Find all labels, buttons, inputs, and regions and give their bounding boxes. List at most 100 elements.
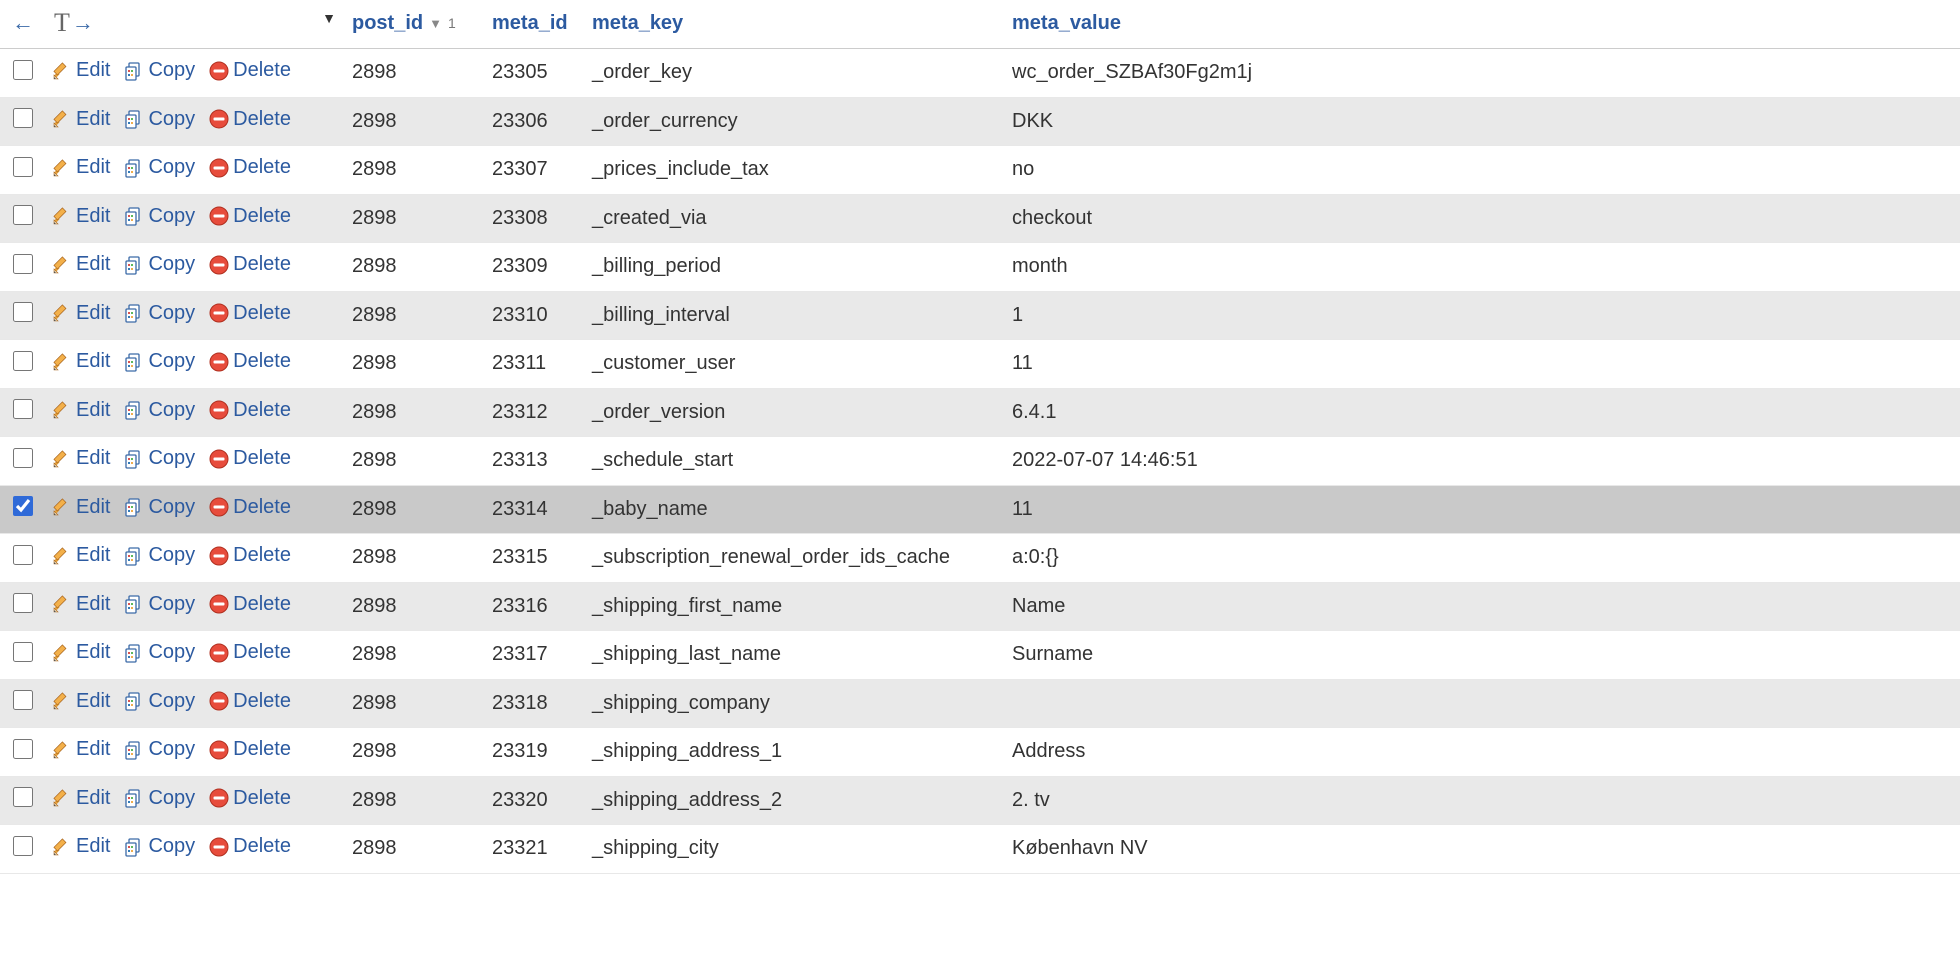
edit-link[interactable]: Edit bbox=[52, 496, 110, 519]
row-checkbox[interactable] bbox=[13, 642, 33, 662]
cell-post-id: 2898 bbox=[346, 776, 486, 825]
delete-link[interactable]: Delete bbox=[209, 496, 291, 519]
delete-link[interactable]: Delete bbox=[209, 205, 291, 228]
row-checkbox[interactable] bbox=[13, 739, 33, 759]
delete-link[interactable]: Delete bbox=[209, 253, 291, 276]
copy-link-label: Copy bbox=[148, 593, 195, 616]
row-checkbox[interactable] bbox=[13, 836, 33, 856]
row-checkbox[interactable] bbox=[13, 593, 33, 613]
column-header-meta-id[interactable]: meta_id bbox=[486, 0, 586, 49]
row-checkbox[interactable] bbox=[13, 496, 33, 516]
delete-link[interactable]: Delete bbox=[209, 787, 291, 810]
table-row: EditCopyDelete289823317_shipping_last_na… bbox=[0, 631, 1960, 680]
delete-link[interactable]: Delete bbox=[209, 544, 291, 567]
delete-link[interactable]: Delete bbox=[209, 59, 291, 82]
delete-link[interactable]: Delete bbox=[209, 399, 291, 422]
edit-link[interactable]: Edit bbox=[52, 641, 110, 664]
copy-link[interactable]: Copy bbox=[124, 544, 195, 567]
copy-link[interactable]: Copy bbox=[124, 302, 195, 325]
edit-link-label: Edit bbox=[76, 641, 110, 664]
delete-link-label: Delete bbox=[233, 156, 291, 179]
cell-meta-key: _order_key bbox=[586, 49, 1006, 98]
delete-link-icon bbox=[209, 691, 229, 711]
copy-link-icon bbox=[124, 740, 144, 760]
row-checkbox[interactable] bbox=[13, 108, 33, 128]
edit-link[interactable]: Edit bbox=[52, 205, 110, 228]
copy-link[interactable]: Copy bbox=[124, 253, 195, 276]
delete-link[interactable]: Delete bbox=[209, 447, 291, 470]
copy-link[interactable]: Copy bbox=[124, 593, 195, 616]
delete-link[interactable]: Delete bbox=[209, 302, 291, 325]
copy-link[interactable]: Copy bbox=[124, 787, 195, 810]
cell-post-id: 2898 bbox=[346, 388, 486, 437]
edit-link[interactable]: Edit bbox=[52, 593, 110, 616]
edit-link[interactable]: Edit bbox=[52, 447, 110, 470]
copy-link[interactable]: Copy bbox=[124, 835, 195, 858]
edit-link[interactable]: Edit bbox=[52, 787, 110, 810]
cell-meta-key: _shipping_last_name bbox=[586, 631, 1006, 680]
copy-link[interactable]: Copy bbox=[124, 690, 195, 713]
delete-link[interactable]: Delete bbox=[209, 738, 291, 761]
column-header-meta-value[interactable]: meta_value bbox=[1006, 0, 1960, 49]
edit-link[interactable]: Edit bbox=[52, 738, 110, 761]
dropdown-caret-icon[interactable]: ▼ bbox=[322, 10, 336, 26]
edit-link[interactable]: Edit bbox=[52, 302, 110, 325]
edit-link[interactable]: Edit bbox=[52, 399, 110, 422]
copy-link-label: Copy bbox=[148, 690, 195, 713]
column-header-meta-key[interactable]: meta_key bbox=[586, 0, 1006, 49]
delete-link[interactable]: Delete bbox=[209, 593, 291, 616]
copy-link[interactable]: Copy bbox=[124, 496, 195, 519]
copy-link[interactable]: Copy bbox=[124, 641, 195, 664]
edit-link[interactable]: Edit bbox=[52, 350, 110, 373]
row-checkbox[interactable] bbox=[13, 399, 33, 419]
cell-post-id: 2898 bbox=[346, 485, 486, 534]
edit-link[interactable]: Edit bbox=[52, 690, 110, 713]
row-checkbox[interactable] bbox=[13, 60, 33, 80]
edit-link[interactable]: Edit bbox=[52, 59, 110, 82]
cell-meta-id: 23306 bbox=[486, 97, 586, 146]
copy-link[interactable]: Copy bbox=[124, 108, 195, 131]
copy-link-label: Copy bbox=[148, 787, 195, 810]
edit-link-icon bbox=[52, 109, 72, 129]
row-checkbox[interactable] bbox=[13, 545, 33, 565]
copy-link[interactable]: Copy bbox=[124, 738, 195, 761]
edit-link-icon bbox=[52, 788, 72, 808]
column-header-post-id[interactable]: post_id ▼ 1 bbox=[346, 0, 486, 49]
delete-link-icon bbox=[209, 400, 229, 420]
delete-link[interactable]: Delete bbox=[209, 835, 291, 858]
edit-link[interactable]: Edit bbox=[52, 544, 110, 567]
nav-arrows[interactable]: ← bbox=[12, 10, 34, 36]
delete-link[interactable]: Delete bbox=[209, 641, 291, 664]
row-checkbox[interactable] bbox=[13, 205, 33, 225]
edit-link[interactable]: Edit bbox=[52, 108, 110, 131]
edit-link[interactable]: Edit bbox=[52, 156, 110, 179]
edit-link-icon bbox=[52, 158, 72, 178]
row-checkbox[interactable] bbox=[13, 787, 33, 807]
copy-link[interactable]: Copy bbox=[124, 399, 195, 422]
row-checkbox[interactable] bbox=[13, 254, 33, 274]
row-actions: Edit Copy Delete bbox=[46, 776, 346, 825]
row-checkbox[interactable] bbox=[13, 351, 33, 371]
edit-link[interactable]: Edit bbox=[52, 253, 110, 276]
delete-link-label: Delete bbox=[233, 835, 291, 858]
copy-link[interactable]: Copy bbox=[124, 350, 195, 373]
row-checkbox[interactable] bbox=[13, 448, 33, 468]
copy-link[interactable]: Copy bbox=[124, 447, 195, 470]
delete-link[interactable]: Delete bbox=[209, 350, 291, 373]
row-checkbox[interactable] bbox=[13, 302, 33, 322]
delete-link[interactable]: Delete bbox=[209, 156, 291, 179]
delete-link-icon bbox=[209, 352, 229, 372]
row-checkbox[interactable] bbox=[13, 157, 33, 177]
row-checkbox[interactable] bbox=[13, 690, 33, 710]
edit-link[interactable]: Edit bbox=[52, 835, 110, 858]
copy-link[interactable]: Copy bbox=[124, 59, 195, 82]
delete-link[interactable]: Delete bbox=[209, 690, 291, 713]
delete-link[interactable]: Delete bbox=[209, 108, 291, 131]
col-label: post_id bbox=[352, 12, 423, 35]
copy-link[interactable]: Copy bbox=[124, 205, 195, 228]
cell-meta-id: 23309 bbox=[486, 243, 586, 292]
delete-link-icon bbox=[209, 837, 229, 857]
cell-meta-key: _order_currency bbox=[586, 97, 1006, 146]
edit-link-label: Edit bbox=[76, 738, 110, 761]
copy-link[interactable]: Copy bbox=[124, 156, 195, 179]
